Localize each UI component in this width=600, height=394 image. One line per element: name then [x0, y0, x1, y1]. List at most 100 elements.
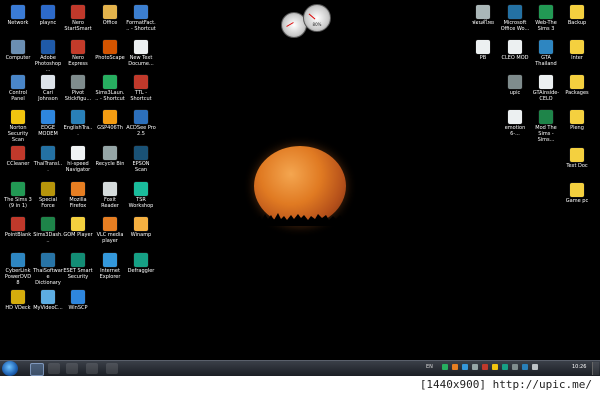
desktop-icon-ttl-shortcut[interactable]: TTL - Shortcut — [126, 75, 156, 102]
epson-scan-icon — [134, 146, 148, 160]
desktop-icon-nero-startsmart[interactable]: Nero StartSmart — [63, 5, 93, 32]
desktop-icon-recycle-bin[interactable]: Recycle Bin — [95, 146, 125, 167]
update-tray-icon[interactable] — [492, 364, 498, 370]
network-tray-icon[interactable] — [462, 364, 468, 370]
desktop-icon-cyberlink[interactable]: CyberLink PowerDVD 8 — [3, 253, 33, 286]
icon-label: ฟอนต์ไทย — [472, 20, 494, 26]
desktop-icon-gom-player[interactable]: GOM Player — [63, 217, 93, 238]
nero-express-icon — [71, 40, 85, 54]
security-tray-icon[interactable] — [442, 364, 448, 370]
ie-taskbar-icon[interactable] — [30, 363, 44, 376]
pointblank-icon — [11, 217, 25, 231]
desktop-icon-cleo-mod[interactable]: CLEO MOD — [500, 40, 530, 61]
desktop-icon-pivot-stickfigure[interactable]: Pivot Stickfigu... — [63, 75, 93, 102]
desktop-icon-new-text-document[interactable]: New Text Docume... — [126, 40, 156, 67]
desktop-icon-thaisoftware[interactable]: ThaiSoftware Dictionary — [33, 253, 63, 286]
desktop-icon-adobe-photoshop[interactable]: Adobe Photoshop ... — [33, 40, 63, 73]
desktop-icon-sims3dashboard[interactable]: Sims3Dash... — [33, 217, 63, 244]
desktop-icon-ccleaner[interactable]: CCleaner — [3, 146, 33, 167]
winamp-icon — [134, 217, 148, 231]
plaync-icon — [41, 5, 55, 19]
sync-tray-icon[interactable] — [502, 364, 508, 370]
desktop-icon-thai-folder[interactable]: ฟอนต์ไทย — [468, 5, 498, 26]
desktop-icon-inter[interactable]: Inter — [562, 40, 592, 61]
desktop-icon-packages[interactable]: Packages — [562, 75, 592, 96]
desktop-icon-norton[interactable]: Norton Security Scan — [3, 110, 33, 143]
inter-icon — [570, 40, 584, 54]
desktop-icon-vlc[interactable]: VLC media player — [95, 217, 125, 244]
sims3dashboard-icon — [41, 217, 55, 231]
app-tray-icon[interactable] — [452, 364, 458, 370]
desktop-icon-winamp[interactable]: Winamp — [126, 217, 156, 238]
desktop-icon-hd-vdeck[interactable]: HD VDeck — [3, 290, 33, 311]
icon-label: PointBlank — [4, 232, 32, 238]
desktop-icon-myvideoconverter[interactable]: MyVideoC... — [33, 290, 63, 311]
desktop-icon-tsr-workshop[interactable]: TSR Workshop — [126, 182, 156, 209]
desktop-icon-gsp[interactable]: GSP406Th — [95, 110, 125, 131]
desktop-icon-englishtranslator[interactable]: EnglishTra... — [63, 110, 93, 137]
desktop-icon-winscp[interactable]: WinSCP — [63, 290, 93, 311]
desktop-icon-computer[interactable]: Computer — [3, 40, 33, 61]
desktop-icon-pointblank[interactable]: PointBlank — [3, 217, 33, 238]
desktop-icon-eset[interactable]: ESET Smart Security — [63, 253, 93, 280]
bluetooth-tray-icon[interactable] — [522, 364, 528, 370]
office-icon — [103, 5, 117, 19]
desktop-icon-game-pc[interactable]: Game pc — [562, 183, 592, 204]
desktop-icon-ms-office-word[interactable]: Microsoft Office Wo... — [500, 5, 530, 32]
icon-label: GSP406Th — [97, 125, 123, 131]
desktop-icon-web-the-sims3[interactable]: Web-The Sims 3 — [531, 5, 561, 32]
media-player-taskbar-icon[interactable] — [66, 363, 78, 374]
start-button[interactable] — [2, 361, 18, 376]
volume-tray-icon[interactable] — [472, 364, 478, 370]
clock-hand — [308, 13, 316, 20]
desktop-icon-acdsee[interactable]: ACDSee Pro 2.5 — [126, 110, 156, 137]
desktop-icon-gtainside[interactable]: GTAinside-CELO — [531, 75, 561, 102]
desktop-icon-pleng[interactable]: Pleng — [562, 110, 592, 131]
desktop-icon-sims3launcher[interactable]: Sims3Laun... - Shortcut — [95, 75, 125, 102]
show-desktop-button[interactable] — [592, 362, 599, 375]
desktop-icon-control-panel[interactable]: Control Panel — [3, 75, 33, 102]
antivirus-tray-icon[interactable] — [482, 364, 488, 370]
desktop: Network plaync Nero StartSmart Office Format… — [0, 0, 600, 360]
desktop-icon-formatfactory[interactable]: FormatFact... - Shortcut — [126, 5, 156, 32]
desktop-icon-special-force[interactable]: Special Force — [33, 182, 63, 209]
paint-taskbar-icon[interactable] — [86, 363, 98, 374]
icon-label: Winamp — [130, 232, 152, 238]
desktop-icon-gta-thailand[interactable]: GTA Thailand — [531, 40, 561, 67]
clock-gadget[interactable]: 80% — [303, 4, 331, 32]
speaker-tray-icon[interactable] — [532, 364, 538, 370]
footer-bar: [1440x900] http://upic.me/ — [0, 376, 600, 394]
desktop-icon-upic[interactable]: upic — [500, 75, 530, 96]
desktop-icon-edge-modem[interactable]: EDGE MODEM — [33, 110, 63, 137]
desktop-icon-mod-the-sims[interactable]: Mod The Sims - Sims... — [531, 110, 561, 143]
desktop-icon-hi-speed-navigator[interactable]: hi-speed Navigator — [63, 146, 93, 173]
desktop-icon-ie[interactable]: Internet Explorer — [95, 253, 125, 280]
desktop-icon-thaitranslator[interactable]: ThaiTransl... — [33, 146, 63, 173]
desktop-icon-nero-express[interactable]: Nero Express — [63, 40, 93, 67]
icon-label: CLEO MOD — [501, 55, 529, 61]
desktop-icon-cari-johnson[interactable]: Cari Johnson — [33, 75, 63, 102]
desktop-icon-emotion[interactable]: emotion 6-... — [500, 110, 530, 137]
cari-johnson-icon — [41, 75, 55, 89]
ms-office-word-icon — [508, 5, 522, 19]
desktop-icon-network[interactable]: Network — [3, 5, 33, 26]
desktop-icon-foxit-reader[interactable]: Foxit Reader — [95, 182, 125, 209]
desktop-icon-defraggler[interactable]: Defraggler — [126, 253, 156, 274]
explorer-taskbar-icon[interactable] — [48, 363, 60, 374]
app-taskbar-icon[interactable] — [106, 363, 118, 374]
desktop-icon-backup[interactable]: Backup — [562, 5, 592, 26]
desktop-icon-epson-scan[interactable]: EPSON Scan — [126, 146, 156, 173]
desktop-icon-photoscape[interactable]: PhotoScape — [95, 40, 125, 61]
desktop-icon-mozilla-firefox[interactable]: Mozilla Firefox — [63, 182, 93, 209]
desktop-icon-text-doc[interactable]: Text Doc — [562, 148, 592, 169]
desktop-icon-office[interactable]: Office — [95, 5, 125, 26]
language-indicator[interactable]: EN — [426, 364, 433, 370]
desktop-icon-pb[interactable]: PB — [468, 40, 498, 61]
taskbar-clock[interactable]: 10:26 — [572, 364, 586, 370]
watermark: [1440x900] http://upic.me/ — [419, 378, 592, 391]
gom-player-icon — [71, 217, 85, 231]
desktop-icon-plaync[interactable]: plaync — [33, 5, 63, 26]
desktop-icon-the-sims-3[interactable]: The Sims 3 (9 in 1) — [3, 182, 33, 209]
flag-tray-icon[interactable] — [512, 364, 518, 370]
emotion-icon — [508, 110, 522, 124]
